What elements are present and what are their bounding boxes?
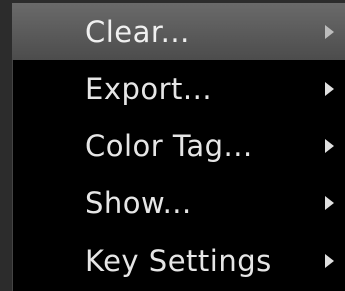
menu-item-export[interactable]: Export...	[12, 60, 345, 117]
menu-item-clear[interactable]: Clear...	[12, 3, 345, 60]
chevron-right-icon	[325, 195, 334, 210]
chevron-right-icon	[325, 254, 334, 268]
menu-item-label: Key Settings	[85, 244, 272, 278]
menu-list: Clear... Export... Color Tag... Show... …	[12, 3, 345, 291]
chevron-right-icon	[325, 138, 334, 153]
context-menu: Clear... Export... Color Tag... Show... …	[0, 0, 345, 291]
menu-item-label: Color Tag...	[85, 128, 253, 163]
menu-item-color-tag[interactable]: Color Tag...	[12, 117, 345, 174]
menu-item-label: Export...	[85, 71, 213, 106]
menu-item-key-settings[interactable]: Key Settings	[12, 231, 345, 291]
menu-item-show[interactable]: Show...	[12, 174, 345, 231]
chevron-right-icon	[325, 24, 334, 39]
chevron-right-icon	[325, 81, 334, 96]
menu-item-label: Clear...	[85, 14, 190, 49]
menu-item-label: Show...	[85, 185, 192, 220]
